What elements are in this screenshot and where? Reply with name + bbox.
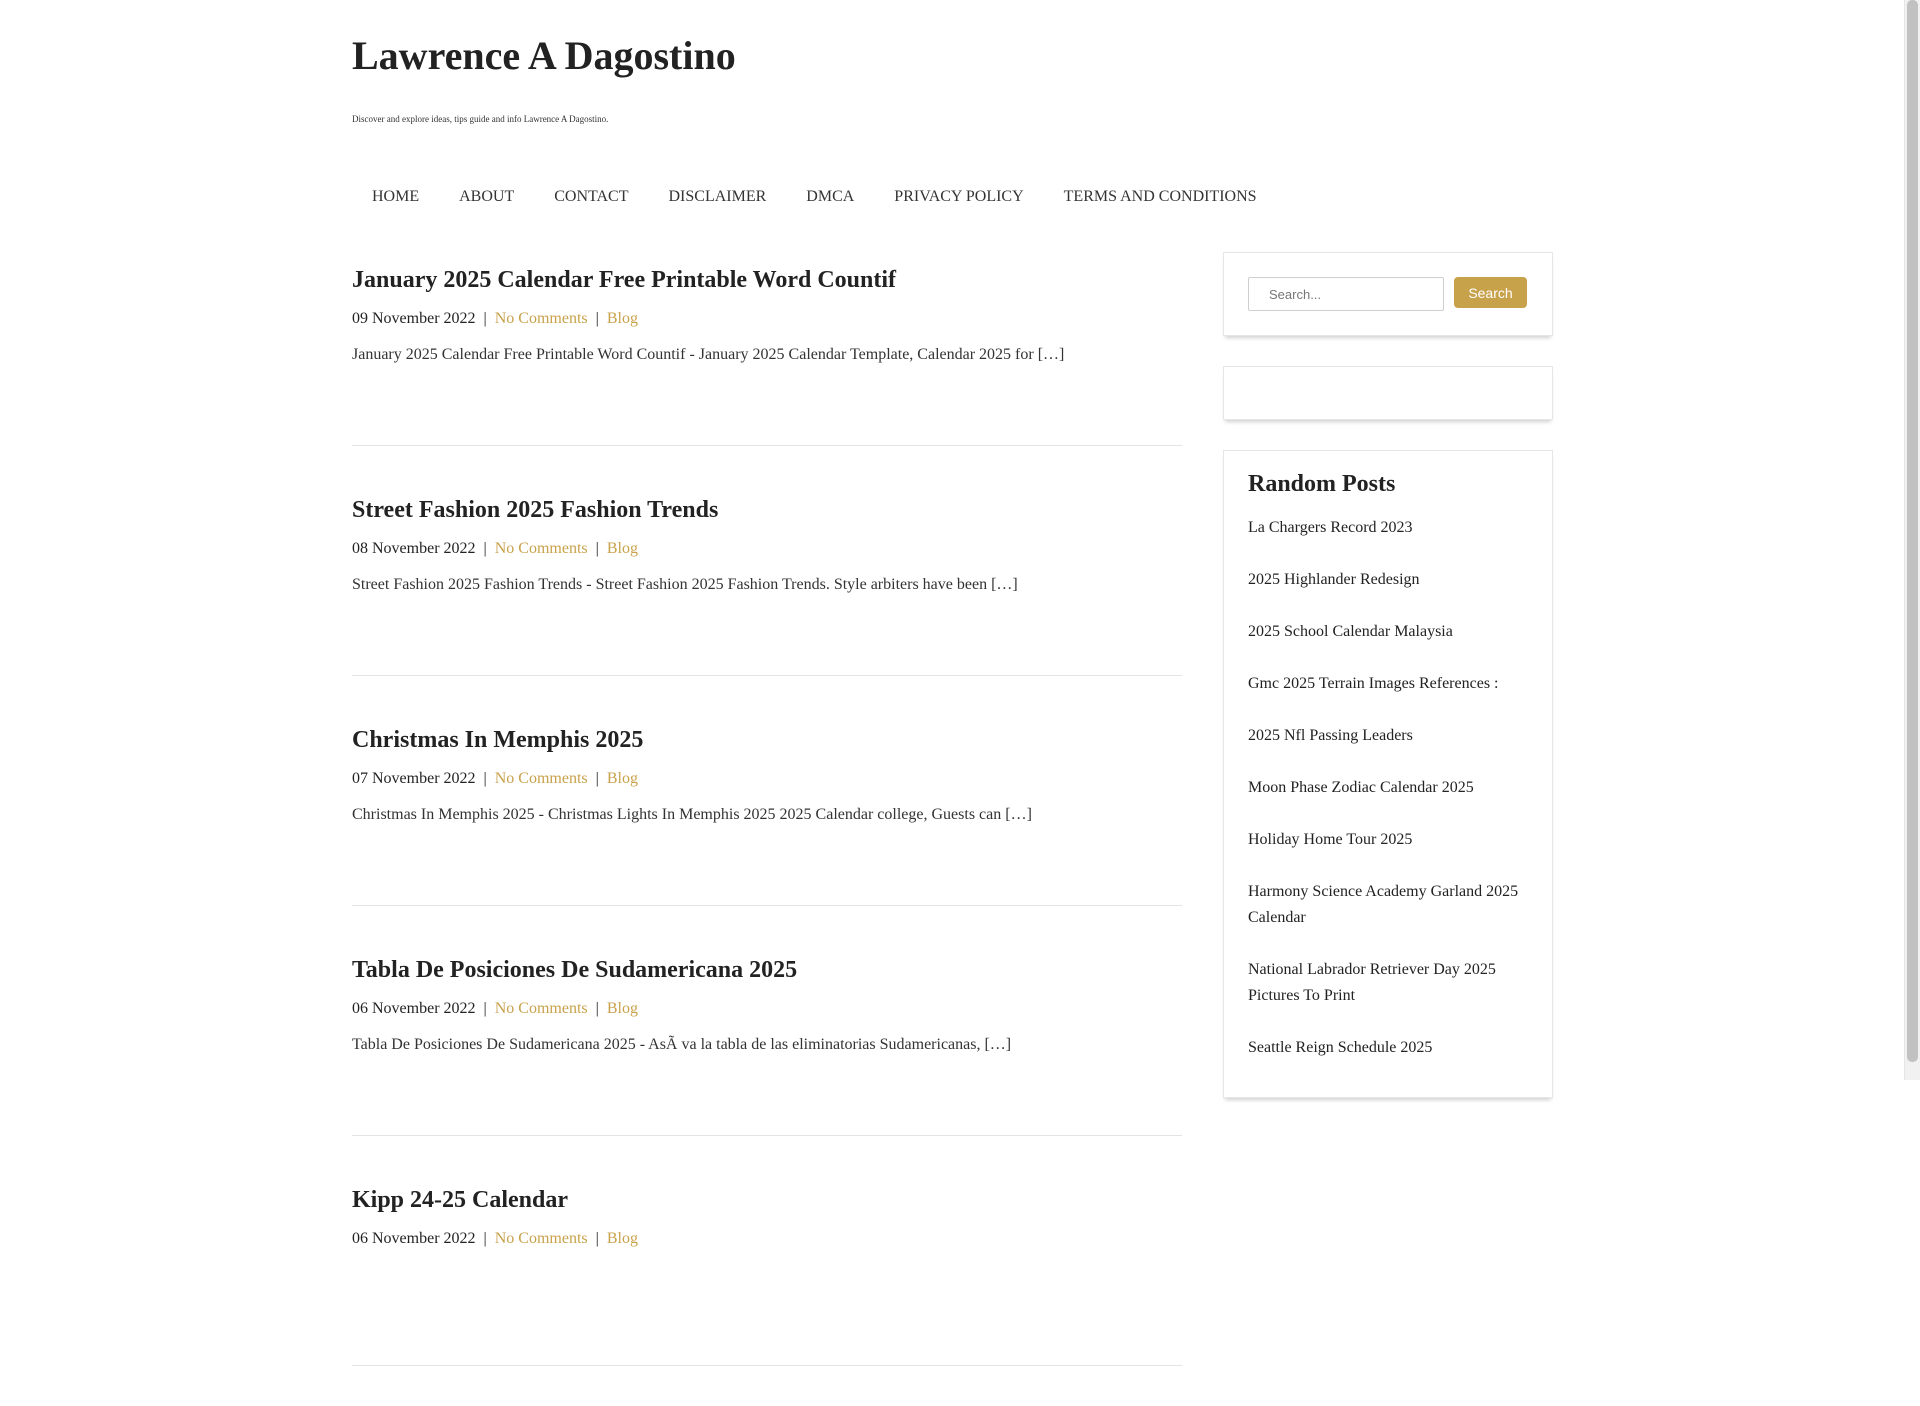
random-post-link[interactable]: Moon Phase Zodiac Calendar 2025 — [1248, 775, 1528, 801]
post-comments-link[interactable]: No Comments — [495, 310, 588, 327]
nav-disclaimer[interactable]: DISCLAIMER — [649, 184, 787, 210]
post-title[interactable]: January 2025 Calendar Free Printable Wor… — [352, 256, 1182, 304]
random-posts-title: Random Posts — [1248, 471, 1396, 497]
post-date: 08 November 2022 — [352, 540, 476, 557]
nav-privacy-policy[interactable]: PRIVACY POLICY — [874, 184, 1043, 210]
post-meta: 06 November 2022 | No Comments | Blog — [352, 1230, 638, 1247]
random-post-link[interactable]: 2025 School Calendar Malaysia — [1248, 619, 1528, 645]
post-date: 06 November 2022 — [352, 1000, 476, 1017]
post-meta: 07 November 2022 | No Comments | Blog — [352, 770, 638, 787]
post-excerpt: Street Fashion 2025 Fashion Trends - Str… — [352, 576, 1018, 593]
random-post-link[interactable]: Gmc 2025 Terrain Images References : — [1248, 671, 1528, 697]
nav-about[interactable]: ABOUT — [439, 184, 534, 210]
post-comments-link[interactable]: No Comments — [495, 540, 588, 557]
post-excerpt: Christmas In Memphis 2025 - Christmas Li… — [352, 806, 1032, 823]
random-post-link[interactable]: Holiday Home Tour 2025 — [1248, 827, 1528, 853]
post-item: January 2025 Calendar Free Printable Wor… — [352, 256, 1182, 446]
post-title[interactable]: Street Fashion 2025 Fashion Trends — [352, 486, 1182, 534]
random-post-link[interactable]: 2025 Nfl Passing Leaders — [1248, 723, 1528, 749]
post-title[interactable]: Christmas In Memphis 2025 — [352, 716, 1182, 764]
scrollbar-thumb[interactable] — [1907, 0, 1918, 1062]
site-description: Discover and explore ideas, tips guide a… — [352, 114, 609, 124]
post-title[interactable]: Tabla De Posiciones De Sudamericana 2025 — [352, 946, 1182, 994]
post-item: Christmas In Memphis 2025 07 November 20… — [352, 716, 1182, 906]
post-category-link[interactable]: Blog — [607, 310, 638, 327]
post-category-link[interactable]: Blog — [607, 1000, 638, 1017]
post-category-link[interactable]: Blog — [607, 770, 638, 787]
random-post-link[interactable]: La Chargers Record 2023 — [1248, 515, 1528, 541]
post-category-link[interactable]: Blog — [607, 540, 638, 557]
post-date: 07 November 2022 — [352, 770, 476, 787]
main-nav: HOME ABOUT CONTACT DISCLAIMER DMCA PRIVA… — [352, 184, 1277, 210]
post-category-link[interactable]: Blog — [607, 1230, 638, 1247]
random-posts-list: La Chargers Record 2023 2025 Highlander … — [1248, 515, 1528, 1061]
nav-dmca[interactable]: DMCA — [786, 184, 874, 210]
nav-home[interactable]: HOME — [352, 184, 439, 210]
post-list: January 2025 Calendar Free Printable Wor… — [352, 256, 1182, 1406]
site-header: Lawrence A Dagostino Discover and explor… — [352, 30, 1552, 124]
random-post-link[interactable]: Seattle Reign Schedule 2025 — [1248, 1035, 1528, 1061]
post-comments-link[interactable]: No Comments — [495, 1230, 588, 1247]
post-meta: 06 November 2022 | No Comments | Blog — [352, 1000, 638, 1017]
post-item: Street Fashion 2025 Fashion Trends 08 No… — [352, 486, 1182, 676]
post-title[interactable]: Kipp 24-25 Calendar — [352, 1176, 1182, 1224]
post-comments-link[interactable]: No Comments — [495, 1000, 588, 1017]
search-widget: Search — [1223, 252, 1553, 336]
post-excerpt: January 2025 Calendar Free Printable Wor… — [352, 346, 1065, 363]
post-excerpt: Tabla De Posiciones De Sudamericana 2025… — [352, 1036, 1012, 1053]
empty-widget — [1223, 366, 1553, 420]
search-input[interactable] — [1248, 277, 1444, 311]
page-scrollbar[interactable] — [1904, 0, 1920, 1080]
nav-contact[interactable]: CONTACT — [534, 184, 648, 210]
site-title[interactable]: Lawrence A Dagostino — [352, 30, 1552, 82]
random-post-link[interactable]: Harmony Science Academy Garland 2025 Cal… — [1248, 879, 1528, 931]
random-post-link[interactable]: 2025 Highlander Redesign — [1248, 567, 1528, 593]
post-item: Tabla De Posiciones De Sudamericana 2025… — [352, 946, 1182, 1136]
nav-terms-and-conditions[interactable]: TERMS AND CONDITIONS — [1044, 184, 1277, 210]
search-button[interactable]: Search — [1454, 277, 1527, 308]
sidebar: Search Random Posts La Chargers Record 2… — [1223, 252, 1553, 1128]
post-date: 09 November 2022 — [352, 310, 476, 327]
post-item: Kipp 24-25 Calendar 06 November 2022 | No … — [352, 1176, 1182, 1366]
post-meta: 09 November 2022 | No Comments | Blog — [352, 310, 638, 327]
random-post-link[interactable]: National Labrador Retriever Day 2025 Pic… — [1248, 957, 1528, 1009]
post-comments-link[interactable]: No Comments — [495, 770, 588, 787]
post-meta: 08 November 2022 | No Comments | Blog — [352, 540, 638, 557]
post-date: 06 November 2022 — [352, 1230, 476, 1247]
random-posts-widget: Random Posts La Chargers Record 2023 202… — [1223, 450, 1553, 1098]
